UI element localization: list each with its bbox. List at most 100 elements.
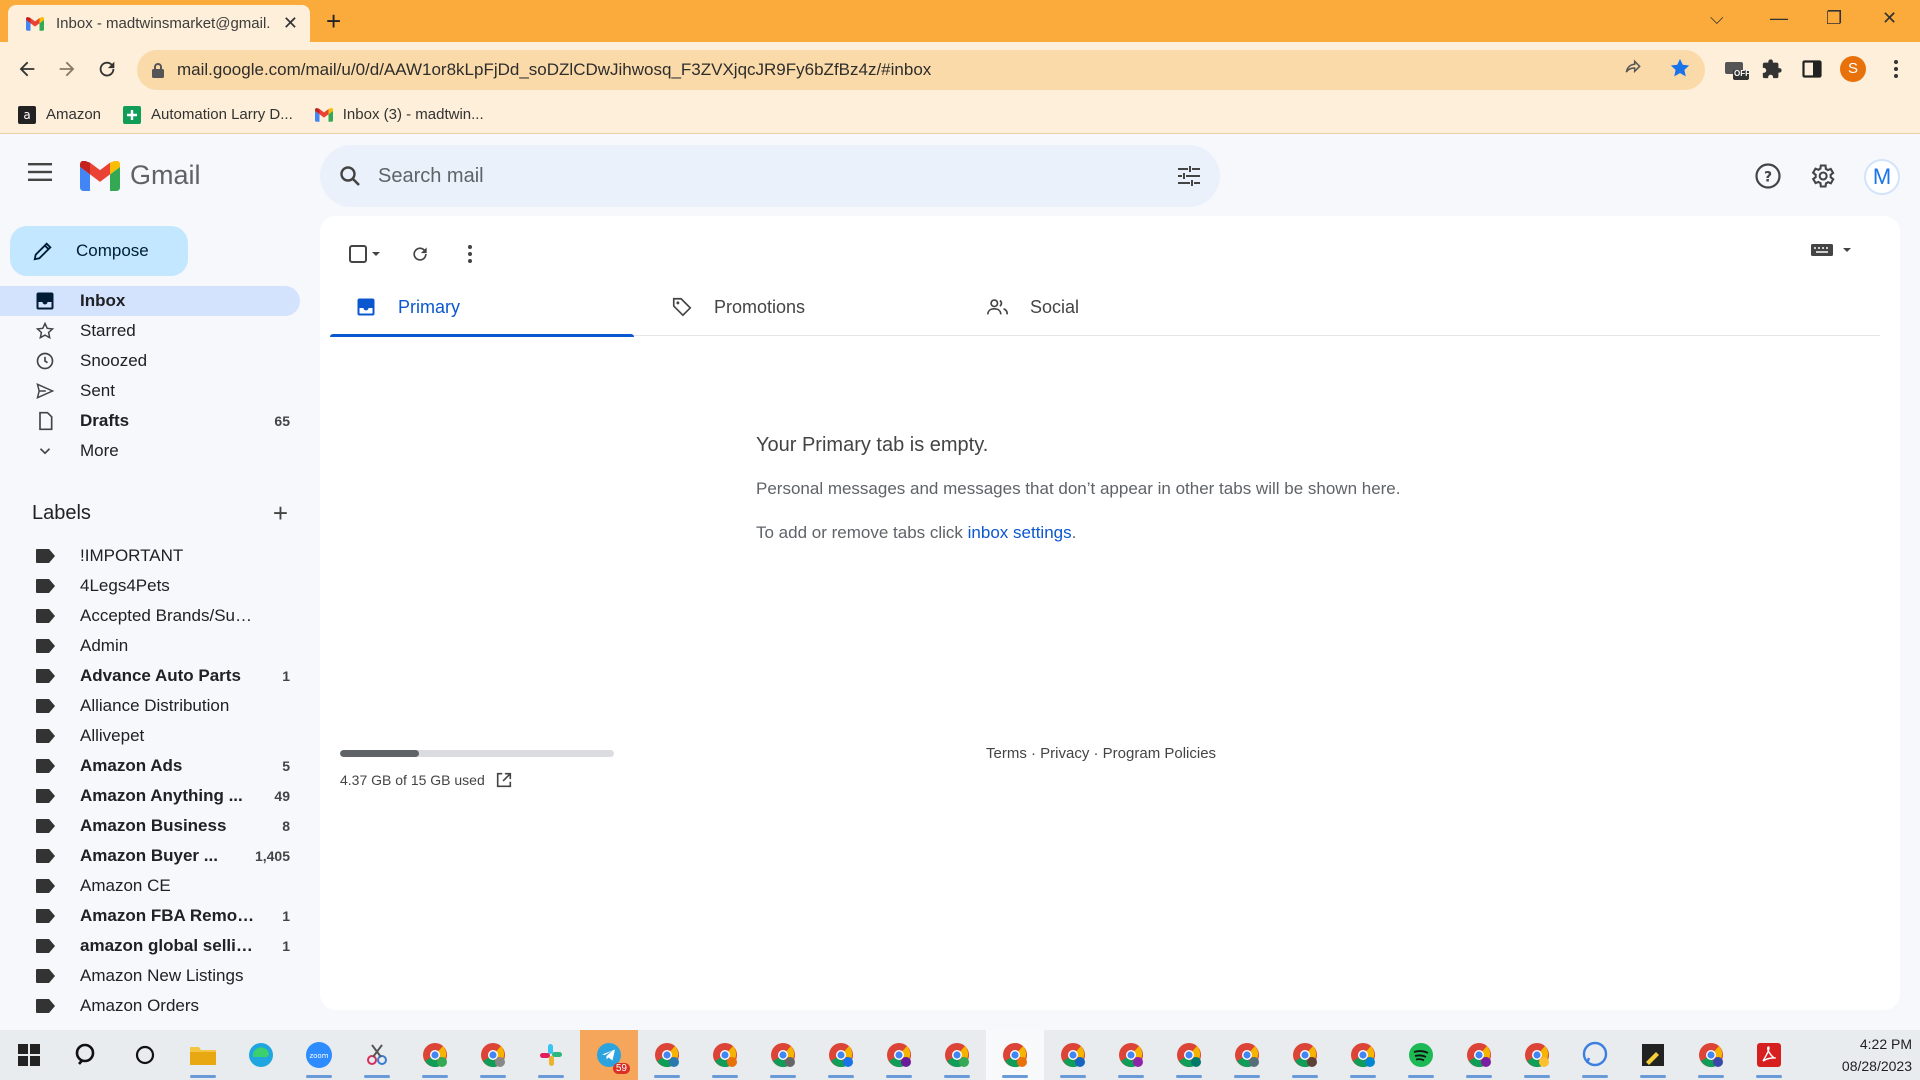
taskbar-snipping[interactable]	[348, 1030, 406, 1080]
taskbar-chrome-5[interactable]	[754, 1030, 812, 1080]
keyboard-icon	[1811, 244, 1833, 256]
label-item[interactable]: 4Legs4Pets	[0, 571, 300, 601]
share-icon[interactable]	[1623, 58, 1643, 83]
tab-social[interactable]: Social	[962, 278, 1278, 336]
label-item[interactable]: Alliance Distribution	[0, 691, 300, 721]
account-avatar[interactable]: M	[1864, 159, 1900, 195]
nav-item-more[interactable]: More	[0, 436, 300, 466]
taskbar-chrome-17[interactable]	[1682, 1030, 1740, 1080]
taskbar-chrome-13[interactable]	[1276, 1030, 1334, 1080]
restore-icon[interactable]: ❐	[1826, 8, 1842, 29]
nav-item-drafts[interactable]: Drafts 65	[0, 406, 300, 436]
new-tab-button[interactable]: +	[326, 8, 341, 34]
label-item[interactable]: Amazon Business 8	[0, 811, 300, 841]
nav-item-starred[interactable]: Starred	[0, 316, 300, 346]
label-item[interactable]: amazon global selling 1	[0, 931, 300, 961]
bookmark-star-icon[interactable]	[1669, 57, 1691, 84]
start-button[interactable]	[0, 1030, 58, 1080]
add-label-icon[interactable]: +	[273, 498, 288, 529]
browser-profile-avatar[interactable]: S	[1840, 56, 1866, 82]
taskbar-chrome-2[interactable]	[464, 1030, 522, 1080]
inbox-settings-link[interactable]: inbox settings	[968, 523, 1072, 542]
taskbar-chrome-3[interactable]	[638, 1030, 696, 1080]
bookmark-automation[interactable]: Automation Larry D...	[123, 105, 293, 124]
bookmark-amazon[interactable]: a Amazon	[18, 105, 101, 124]
close-tab-icon[interactable]: ✕	[283, 13, 298, 34]
tab-primary[interactable]: Primary	[330, 278, 646, 337]
open-in-new-icon[interactable]	[495, 771, 513, 789]
footer-links[interactable]: Terms · Privacy · Program Policies	[986, 745, 1216, 762]
label-item[interactable]: !IMPORTANT	[0, 541, 300, 571]
taskbar-search[interactable]	[58, 1030, 116, 1080]
taskbar-chrome-4[interactable]	[696, 1030, 754, 1080]
gmail-logo[interactable]: Gmail	[80, 160, 201, 191]
taskbar-edge[interactable]	[232, 1030, 290, 1080]
label-item[interactable]: Amazon FBA Remov... 1	[0, 901, 300, 931]
label-item[interactable]: Amazon Orders	[0, 991, 300, 1021]
label-item[interactable]: Amazon Ads 5	[0, 751, 300, 781]
settings-gear-icon[interactable]	[1806, 160, 1838, 192]
support-icon[interactable]: ?	[1752, 160, 1784, 192]
minimize-icon[interactable]: —	[1770, 8, 1788, 29]
label-item[interactable]: Amazon CE	[0, 871, 300, 901]
tab-search-icon[interactable]: ⌵	[1710, 8, 1724, 29]
taskbar-chrome-7[interactable]	[870, 1030, 928, 1080]
taskbar-chrome-11[interactable]	[1160, 1030, 1218, 1080]
taskbar-chrome-6[interactable]	[812, 1030, 870, 1080]
select-checkbox-button[interactable]	[340, 234, 390, 274]
label-item[interactable]: Amazon New Listings	[0, 961, 300, 991]
back-button[interactable]	[12, 54, 42, 84]
system-clock[interactable]: 4:22 PM 08/28/2023	[1842, 1033, 1912, 1077]
tab-promotions[interactable]: Promotions	[646, 278, 962, 336]
nav-item-inbox[interactable]: Inbox	[0, 286, 300, 316]
label-item[interactable]: Advance Auto Parts 1	[0, 661, 300, 691]
taskbar-chrome-15[interactable]	[1450, 1030, 1508, 1080]
address-bar[interactable]: mail.google.com/mail/u/0/d/AAW1or8kLpFjD…	[137, 50, 1705, 90]
send-icon	[34, 380, 56, 402]
taskbar-slack[interactable]	[522, 1030, 580, 1080]
task-view[interactable]	[116, 1030, 174, 1080]
extensions-puzzle-icon[interactable]	[1758, 55, 1786, 83]
main-menu-button[interactable]	[28, 162, 60, 190]
taskbar-zoom[interactable]: zoom	[290, 1030, 348, 1080]
refresh-button[interactable]	[400, 234, 440, 274]
label-item[interactable]: Amazon Buyer ... 1,405	[0, 841, 300, 871]
taskbar-chrome-12[interactable]	[1218, 1030, 1276, 1080]
close-window-icon[interactable]: ✕	[1882, 8, 1897, 29]
input-tools-button[interactable]	[1810, 242, 1854, 258]
taskbar-file-explorer[interactable]	[174, 1030, 232, 1080]
nav-item-snoozed[interactable]: Snoozed	[0, 346, 300, 376]
taskbar-acrobat[interactable]	[1740, 1030, 1798, 1080]
label-item[interactable]: Admin	[0, 631, 300, 661]
nav-item-sent[interactable]: Sent	[0, 376, 300, 406]
extension-off-icon[interactable]: OFF	[1722, 55, 1750, 83]
label-item[interactable]: Accepted Brands/Suppli...	[0, 601, 300, 631]
side-panel-icon[interactable]	[1798, 55, 1826, 83]
bookmark-inbox[interactable]: Inbox (3) - madtwin...	[314, 106, 484, 124]
search-bar[interactable]: Search mail	[320, 145, 1220, 207]
browser-tab-gmail[interactable]: Inbox - madtwinsmarket@gmail. ✕	[8, 5, 310, 42]
reload-button[interactable]	[92, 54, 122, 84]
forward-button[interactable]	[52, 54, 82, 84]
taskbar-spotify[interactable]	[1392, 1030, 1450, 1080]
label-item[interactable]: Amazon Anything ... 49	[0, 781, 300, 811]
taskbar-chrome-10[interactable]	[1102, 1030, 1160, 1080]
taskbar-chrome-8[interactable]	[928, 1030, 986, 1080]
label-item[interactable]: Allivepet	[0, 721, 300, 751]
compose-button[interactable]: Compose	[10, 226, 188, 276]
taskbar-chrome-16[interactable]	[1508, 1030, 1566, 1080]
taskbar-chrome-9[interactable]	[1044, 1030, 1102, 1080]
search-input[interactable]: Search mail	[378, 165, 1176, 188]
taskbar-chrome-1[interactable]	[406, 1030, 464, 1080]
browser-menu-icon[interactable]	[1882, 55, 1910, 83]
taskbar-chrome-active[interactable]	[986, 1030, 1044, 1080]
taskbar-messenger[interactable]	[1566, 1030, 1624, 1080]
more-vert-icon	[468, 245, 472, 263]
taskbar-telegram[interactable]: 59	[580, 1030, 638, 1080]
label-tag-icon	[36, 909, 55, 923]
search-icon[interactable]	[338, 164, 362, 188]
taskbar-chrome-14[interactable]	[1334, 1030, 1392, 1080]
taskbar-sticky-notes[interactable]	[1624, 1030, 1682, 1080]
more-actions-button[interactable]	[450, 234, 490, 274]
search-options-icon[interactable]	[1176, 164, 1202, 188]
